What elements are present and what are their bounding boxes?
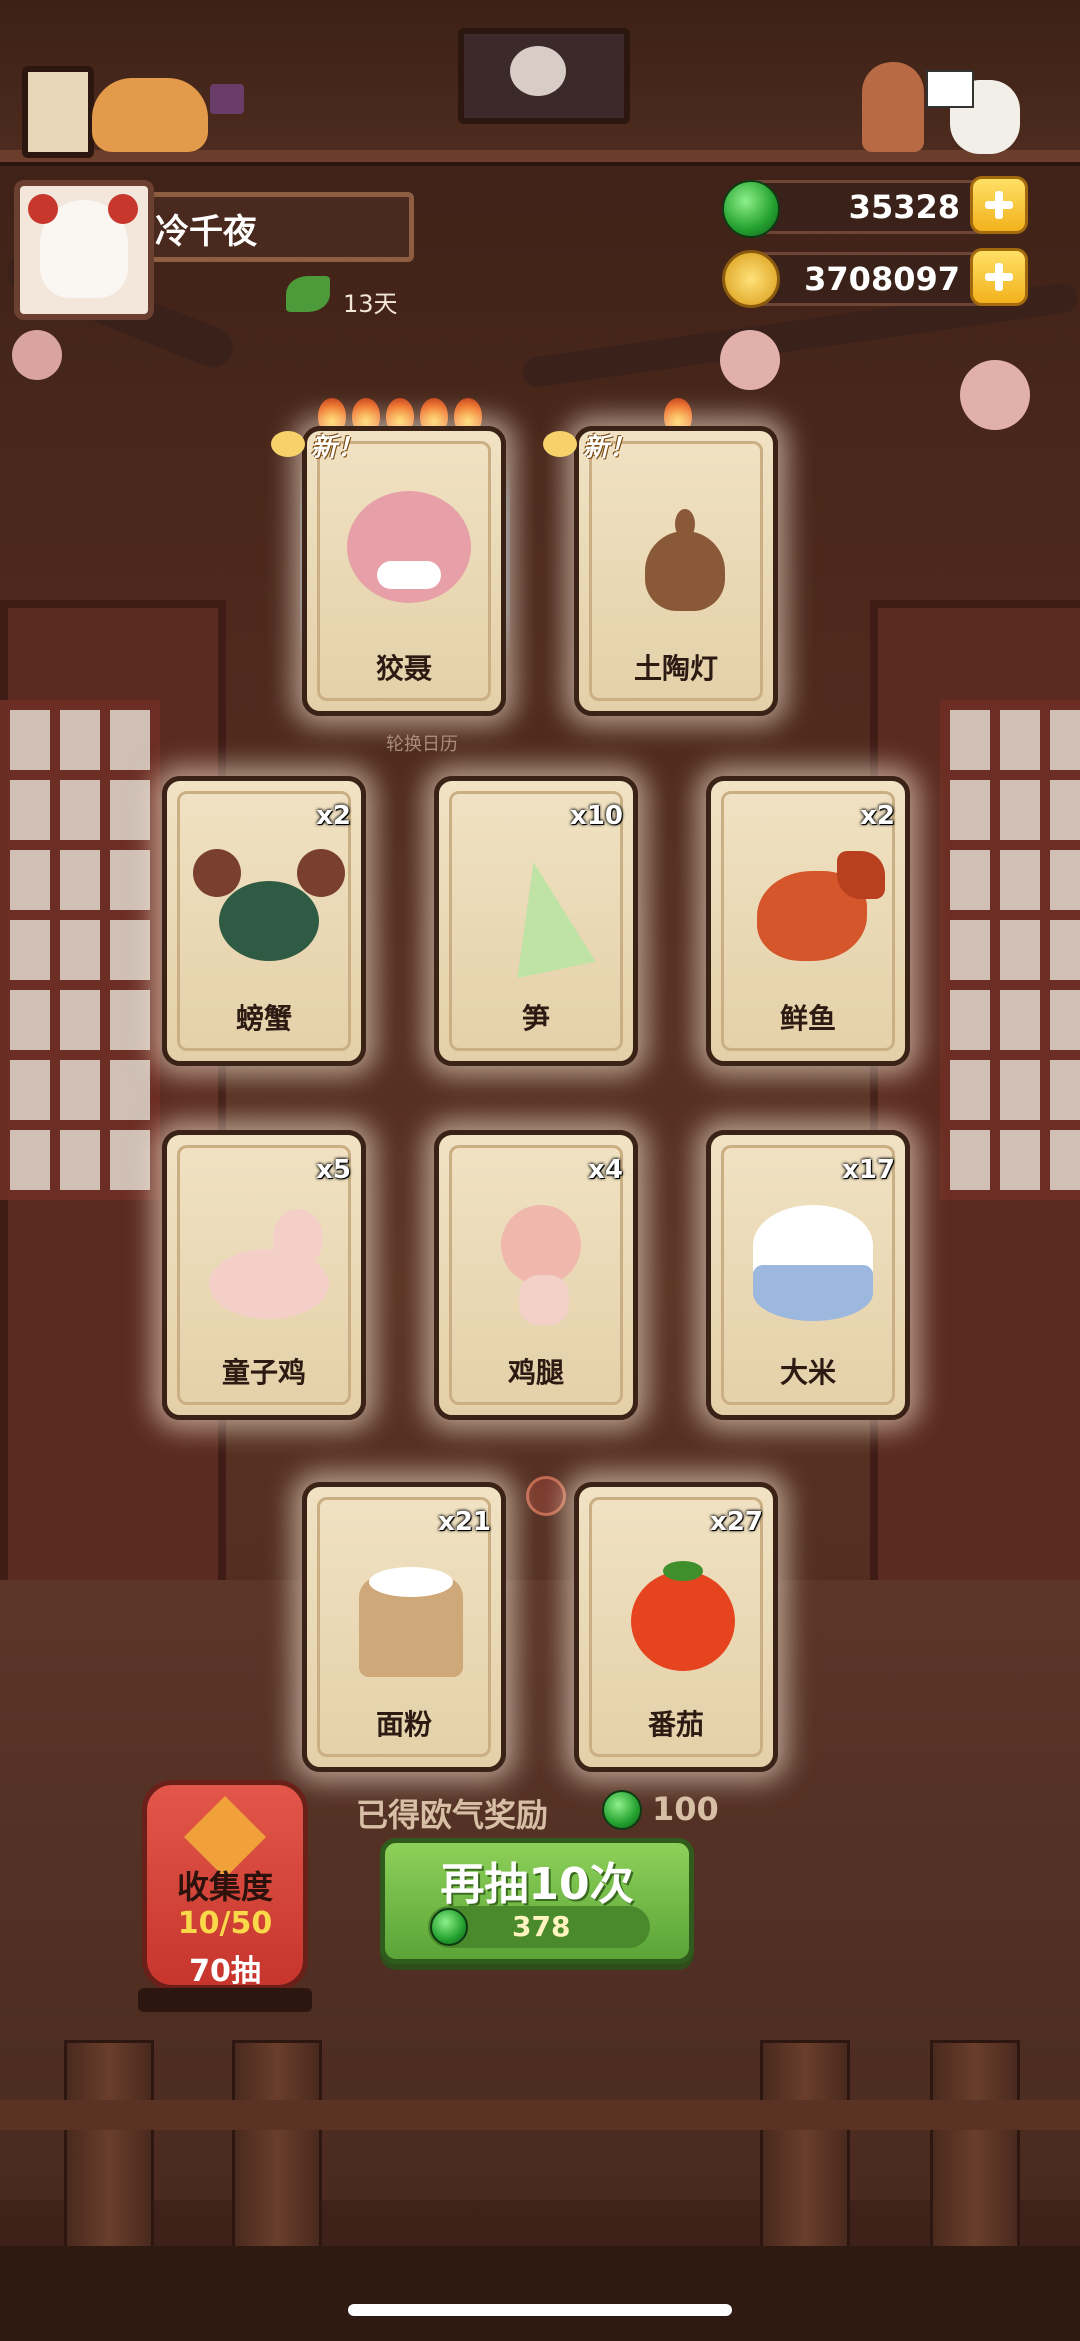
draw-again-label: 再抽10次 [440,1859,634,1910]
card-rice[interactable]: x17 大米 [706,1130,910,1420]
card-featured-2[interactable]: 新！ 土陶灯 [543,426,778,716]
wing-icon [271,431,305,457]
book-icon [210,84,244,114]
railing-bar [0,2100,1080,2130]
drumstick-icon [465,1195,617,1335]
card-count: x5 [316,1155,351,1185]
card-count: x2 [860,801,895,831]
player-avatar[interactable] [14,180,154,320]
card-flour[interactable]: x21 面粉 [302,1482,506,1772]
railing-post [232,2040,322,2266]
clay-lamp-icon [605,491,757,631]
card-count: x17 [842,1155,895,1185]
creature-icon [333,491,485,631]
draw-cost-value: 378 [512,1910,571,1943]
add-jade-button[interactable] [970,176,1028,234]
card-label: 土陶灯 [633,652,718,685]
blossom-icon [960,360,1030,430]
card-tomato[interactable]: x27 番茄 [574,1482,778,1772]
luck-reward-label: 已得欧气奖励 [356,1796,549,1834]
cat-portrait-icon [510,46,566,96]
card-featured-1[interactable]: 新！ 狡聂 [271,426,506,716]
speech-bubble-icon [926,70,974,108]
leaf-calendar-icon [286,276,330,312]
right-lattice-window [940,700,1080,1200]
jade-icon [430,1908,468,1946]
railing-post [930,2040,1020,2266]
flour-sack-icon [333,1547,485,1687]
new-badge: 新！ [271,425,371,465]
left-lattice-window [0,700,160,1200]
card-label: 番茄 [647,1708,704,1741]
player-name: 冷千夜 [155,212,257,252]
new-label: 新！ [311,433,364,463]
blossom-icon [720,330,780,390]
collection-progress: 10/50 [177,1906,273,1941]
bamboo-shoot-icon [465,841,617,981]
collection-pulls: 70抽 [189,1954,261,1989]
card-crab[interactable]: x2 螃蟹 [162,776,366,1066]
rotation-calendar-label: 轮换日历 [386,734,458,755]
card-fresh-fish[interactable]: x2 鲜鱼 [706,776,910,1066]
card-count: x21 [438,1507,491,1537]
card-count: x10 [570,801,623,831]
card-label: 螃蟹 [235,1002,292,1035]
hair-ornament-icon [28,194,58,224]
crab-icon [193,841,345,981]
rice-bowl-icon [737,1195,889,1335]
card-bamboo-shoot[interactable]: x10 笋 [434,776,638,1066]
railing-post [64,2040,154,2266]
home-indicator[interactable] [348,2304,732,2316]
ornament-icon [526,1476,566,1516]
card-count: x4 [588,1155,623,1185]
jade-icon [722,180,780,238]
lantern-base [138,1988,312,2012]
card-label: 笋 [521,1002,550,1035]
fish-icon [737,841,889,981]
card-label: 大米 [779,1356,836,1389]
chicken-icon [193,1195,345,1335]
card-label: 鸡腿 [507,1356,564,1389]
card-label: 面粉 [375,1708,432,1741]
luck-reward-value: 100 [652,1790,719,1828]
card-label: 童子鸡 [221,1356,306,1389]
card-chicken[interactable]: x5 童子鸡 [162,1130,366,1420]
coin-amount: 3708097 [804,260,960,298]
new-label: 新！ [583,433,636,463]
paw-scroll-icon[interactable] [22,66,94,158]
railing-post [760,2040,850,2266]
card-count: x27 [710,1507,763,1537]
cat-figure-icon [92,78,208,152]
jade-amount: 35328 [848,188,960,226]
card-drumstick[interactable]: x4 鸡腿 [434,1130,638,1420]
coin-icon [722,250,780,308]
collection-title: 收集度 [176,1868,273,1906]
add-coins-button[interactable] [970,248,1028,306]
card-label: 狡聂 [375,652,432,685]
scholar-figure-icon [862,62,924,152]
hair-ornament-icon [108,194,138,224]
blossom-icon [12,330,62,380]
tomato-icon [605,1547,757,1687]
wing-icon [543,431,577,457]
new-badge: 新！ [543,425,643,465]
jade-icon [602,1790,642,1830]
bottom-band [0,2246,1080,2341]
login-days: 13天 [343,290,398,318]
card-label: 鲜鱼 [779,1002,836,1035]
card-count: x2 [316,801,351,831]
